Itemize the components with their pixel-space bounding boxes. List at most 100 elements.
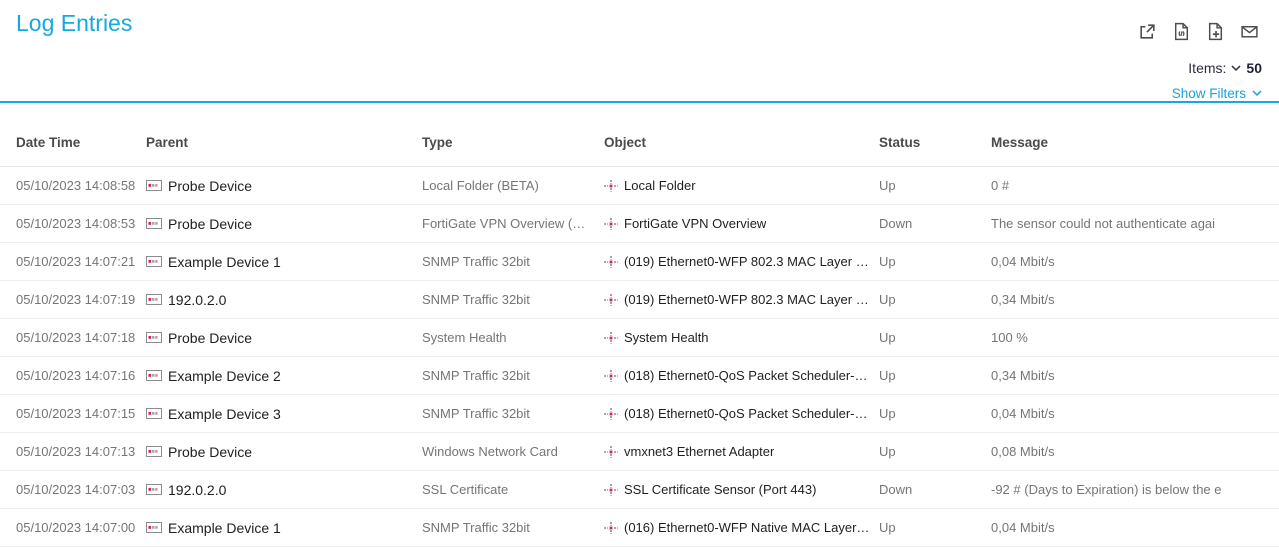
parent-link[interactable]: Probe Device [168,178,252,194]
sensor-icon [604,445,618,459]
log-type: SNMP Traffic 32bit [422,281,604,319]
status-text: Up [879,281,991,319]
log-type: System Health [422,319,604,357]
sensor-icon [604,369,618,383]
code-file-icon[interactable] [1172,22,1191,41]
device-icon [146,294,162,305]
log-date-time: 05/10/2023 14:07:03 [0,471,146,509]
parent-link[interactable]: Example Device 2 [168,368,281,384]
log-message: 0,08 Mbit/s [991,433,1279,471]
table-row: 05/10/2023 14:07:00 Example Device 1 SNM… [0,509,1279,547]
log-message: 0,34 Mbit/s [991,281,1279,319]
column-header-message[interactable]: Message [991,103,1279,167]
log-message: -92 # (Days to Expiration) is below the … [991,471,1279,509]
chevron-down-icon[interactable] [1231,65,1241,72]
status-text: Up [879,357,991,395]
object-link[interactable]: (018) Ethernet0-QoS Packet Scheduler-… [624,368,868,383]
status-text: Down [879,471,991,509]
status-text: Up [879,243,991,281]
parent-link[interactable]: 192.0.2.0 [168,482,226,498]
log-message: 100 % [991,319,1279,357]
column-header-type[interactable]: Type [422,103,604,167]
device-icon [146,256,162,267]
object-link[interactable]: SSL Certificate Sensor (Port 443) [624,482,816,497]
object-link[interactable]: (018) Ethernet0-QoS Packet Scheduler-… [624,406,868,421]
status-text: Up [879,319,991,357]
device-icon [146,484,162,495]
device-icon [146,370,162,381]
object-link[interactable]: (019) Ethernet0-WFP 802.3 MAC Layer … [624,292,869,307]
device-icon [146,408,162,419]
log-type: SNMP Traffic 32bit [422,395,604,433]
sensor-icon [604,293,618,307]
column-header-parent[interactable]: Parent [146,103,422,167]
object-link[interactable]: System Health [624,330,709,345]
table-row: 05/10/2023 14:08:58 Probe Device Local F… [0,167,1279,205]
table-row: 05/10/2023 14:07:21 Example Device 1 SNM… [0,243,1279,281]
parent-link[interactable]: Probe Device [168,444,252,460]
parent-link[interactable]: Probe Device [168,330,252,346]
column-header-status[interactable]: Status [879,103,991,167]
sensor-icon [604,407,618,421]
log-message: 0 # [991,167,1279,205]
object-link[interactable]: FortiGate VPN Overview [624,216,766,231]
log-type: SNMP Traffic 32bit [422,509,604,547]
device-icon [146,180,162,191]
table-row: 05/10/2023 14:07:03 192.0.2.0 SSL Certif… [0,471,1279,509]
log-date-time: 05/10/2023 14:07:21 [0,243,146,281]
object-link[interactable]: Local Folder [624,178,696,193]
device-icon [146,522,162,533]
status-text: Up [879,167,991,205]
show-filters-label[interactable]: Show Filters [1172,86,1246,101]
log-type: SNMP Traffic 32bit [422,357,604,395]
object-link[interactable]: vmxnet3 Ethernet Adapter [624,444,774,459]
parent-link[interactable]: 192.0.2.0 [168,292,226,308]
device-icon [146,332,162,343]
log-date-time: 05/10/2023 14:07:18 [0,319,146,357]
table-row: 05/10/2023 14:07:19 192.0.2.0 SNMP Traff… [0,281,1279,319]
log-type: Windows Network Card [422,433,604,471]
page-title: Log Entries [16,10,132,37]
parent-link[interactable]: Probe Device [168,216,252,232]
column-header-date-time[interactable]: Date Time [0,103,146,167]
column-header-object[interactable]: Object [604,103,879,167]
page-header: Log Entries [0,0,1279,103]
table-header-row: Date Time Parent Type Object Status Mess… [0,103,1279,167]
sensor-icon [604,331,618,345]
parent-link[interactable]: Example Device 1 [168,254,281,270]
log-date-time: 05/10/2023 14:07:19 [0,281,146,319]
log-date-time: 05/10/2023 14:08:58 [0,167,146,205]
email-icon[interactable] [1240,22,1259,41]
log-message: 0,34 Mbit/s [991,357,1279,395]
items-selector[interactable]: Items: 50 [1188,60,1262,76]
table-row: 05/10/2023 14:07:18 Probe Device System … [0,319,1279,357]
log-entries-table: Date Time Parent Type Object Status Mess… [0,103,1279,547]
log-date-time: 05/10/2023 14:07:00 [0,509,146,547]
device-icon [146,218,162,229]
object-link[interactable]: (016) Ethernet0-WFP Native MAC Layer… [624,520,869,535]
add-report-icon[interactable] [1206,22,1225,41]
log-date-time: 05/10/2023 14:07:15 [0,395,146,433]
object-link[interactable]: (019) Ethernet0-WFP 802.3 MAC Layer … [624,254,869,269]
sensor-icon [604,217,618,231]
status-text: Down [879,205,991,243]
show-filters-link[interactable]: Show Filters [1172,86,1262,101]
open-external-icon[interactable] [1138,22,1157,41]
items-count[interactable]: 50 [1246,60,1262,76]
parent-link[interactable]: Example Device 3 [168,406,281,422]
sensor-icon [604,179,618,193]
log-date-time: 05/10/2023 14:07:13 [0,433,146,471]
status-text: Up [879,395,991,433]
log-date-time: 05/10/2023 14:07:16 [0,357,146,395]
table-row: 05/10/2023 14:07:13 Probe Device Windows… [0,433,1279,471]
parent-link[interactable]: Example Device 1 [168,520,281,536]
device-icon [146,446,162,457]
chevron-down-icon [1252,90,1262,97]
table-row: 05/10/2023 14:08:53 Probe Device FortiGa… [0,205,1279,243]
items-label: Items: [1188,60,1226,76]
status-text: Up [879,433,991,471]
toolbar [1138,22,1259,41]
log-message: The sensor could not authenticate agai [991,205,1279,243]
table-row: 05/10/2023 14:07:16 Example Device 2 SNM… [0,357,1279,395]
log-date-time: 05/10/2023 14:08:53 [0,205,146,243]
